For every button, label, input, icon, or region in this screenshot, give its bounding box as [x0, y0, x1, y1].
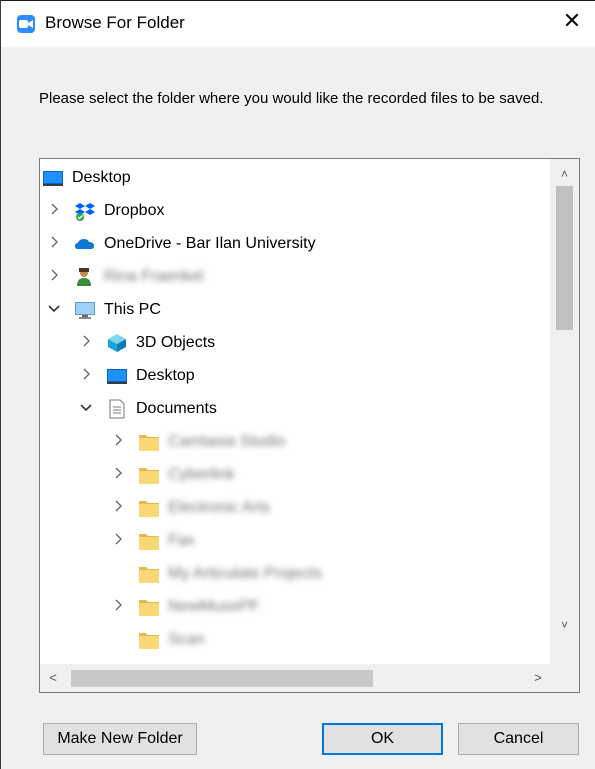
chevron-right-icon[interactable] [80, 335, 92, 349]
tree-item[interactable]: My Articulate Projects [40, 558, 551, 591]
folder-icon [138, 597, 160, 617]
tree-item-label: My Articulate Projects [168, 565, 322, 582]
computer-icon [74, 300, 96, 320]
3d-objects-icon [106, 333, 128, 353]
tree-item[interactable]: Scanned Documents [40, 657, 551, 664]
tree-item[interactable]: Rina Fraenkel [40, 261, 551, 294]
tree-item[interactable]: Electronic Arts [40, 492, 551, 525]
tree-item-label: Cyberlink [168, 466, 235, 483]
close-button[interactable]: ✕ [549, 1, 595, 41]
tree-item[interactable]: OneDrive - Bar Ilan University [40, 228, 551, 261]
tree-item-label: Desktop [136, 367, 195, 384]
scrollbar-corner [550, 664, 579, 692]
dropbox-icon [74, 201, 96, 221]
horizontal-scroll-thumb[interactable] [71, 670, 373, 687]
tree-item[interactable]: Fax [40, 525, 551, 558]
tree-item-label: Camtasia Studio [168, 433, 286, 450]
tree-item-label: NewMusePF [168, 598, 260, 615]
browse-for-folder-dialog: Browse For Folder ✕ Please select the fo… [0, 0, 595, 769]
vertical-scrollbar[interactable]: ˄ ˅ [550, 159, 579, 664]
tree-item-label: Documents [136, 400, 217, 417]
folder-tree[interactable]: Desktop Dropbox OneDrive - Bar Ilan Univer… [39, 158, 580, 693]
cancel-button[interactable]: Cancel [458, 723, 579, 755]
tree-item-label: Desktop [72, 169, 131, 186]
chevron-right-icon[interactable] [112, 599, 124, 613]
folder-icon [138, 432, 160, 452]
tree-item-label: Fax [168, 532, 195, 549]
desktop-icon [106, 366, 128, 386]
tree-item[interactable]: Documents [40, 393, 551, 426]
scroll-left-button[interactable]: < [40, 664, 66, 692]
folder-icon [138, 498, 160, 518]
window-title: Browse For Folder [45, 13, 185, 32]
tree-item[interactable]: Scan [40, 624, 551, 657]
folder-icon [138, 531, 160, 551]
tree-item-label: Electronic Arts [168, 499, 271, 516]
scroll-right-button[interactable]: > [525, 664, 551, 692]
tree-item-label: OneDrive - Bar Ilan University [104, 235, 316, 252]
chevron-down-icon[interactable] [48, 302, 60, 316]
tree-item-label: 3D Objects [136, 334, 216, 351]
vertical-scroll-thumb[interactable] [556, 186, 573, 330]
folder-icon [138, 465, 160, 485]
ok-button[interactable]: OK [322, 723, 443, 755]
chevron-right-icon[interactable] [112, 500, 124, 514]
tree-item-label: Dropbox [104, 202, 165, 219]
desktop-icon [42, 168, 64, 188]
chevron-right-icon[interactable] [48, 269, 60, 283]
tree-item[interactable]: This PC [40, 294, 551, 327]
title-bar[interactable]: Browse For Folder ✕ [1, 1, 595, 47]
tree-item[interactable]: 3D Objects [40, 327, 551, 360]
tree-item[interactable]: Dropbox [40, 195, 551, 228]
scroll-down-button[interactable]: ˅ [550, 614, 579, 636]
tree-item[interactable]: Desktop [40, 360, 551, 393]
tree-item-label: Scan [168, 631, 205, 648]
tree-item[interactable]: Desktop [40, 162, 551, 195]
make-new-folder-button[interactable]: Make New Folder [43, 723, 197, 755]
tree-item-label: This PC [104, 301, 161, 318]
chevron-right-icon[interactable] [48, 203, 60, 217]
chevron-right-icon[interactable] [48, 236, 60, 250]
chevron-right-icon[interactable] [112, 533, 124, 547]
folder-icon [138, 630, 160, 650]
folder-tree-rows: Desktop Dropbox OneDrive - Bar Ilan Univer… [40, 159, 551, 664]
tree-item[interactable]: NewMusePF [40, 591, 551, 624]
tree-item[interactable]: Camtasia Studio [40, 426, 551, 459]
documents-icon [106, 399, 128, 419]
chevron-right-icon[interactable] [112, 467, 124, 481]
onedrive-icon [74, 234, 96, 254]
instruction-text: Please select the folder where you would… [39, 90, 544, 107]
zoom-app-icon [17, 15, 35, 33]
chevron-down-icon[interactable] [80, 401, 92, 415]
tree-item-label: Rina Fraenkel [104, 268, 204, 285]
chevron-right-icon[interactable] [80, 368, 92, 382]
horizontal-scrollbar[interactable]: < > [40, 664, 551, 692]
chevron-right-icon[interactable] [112, 434, 124, 448]
tree-item[interactable]: Cyberlink [40, 459, 551, 492]
scroll-up-button[interactable]: ˄ [550, 163, 579, 185]
user-icon [74, 267, 96, 287]
folder-icon [138, 564, 160, 584]
